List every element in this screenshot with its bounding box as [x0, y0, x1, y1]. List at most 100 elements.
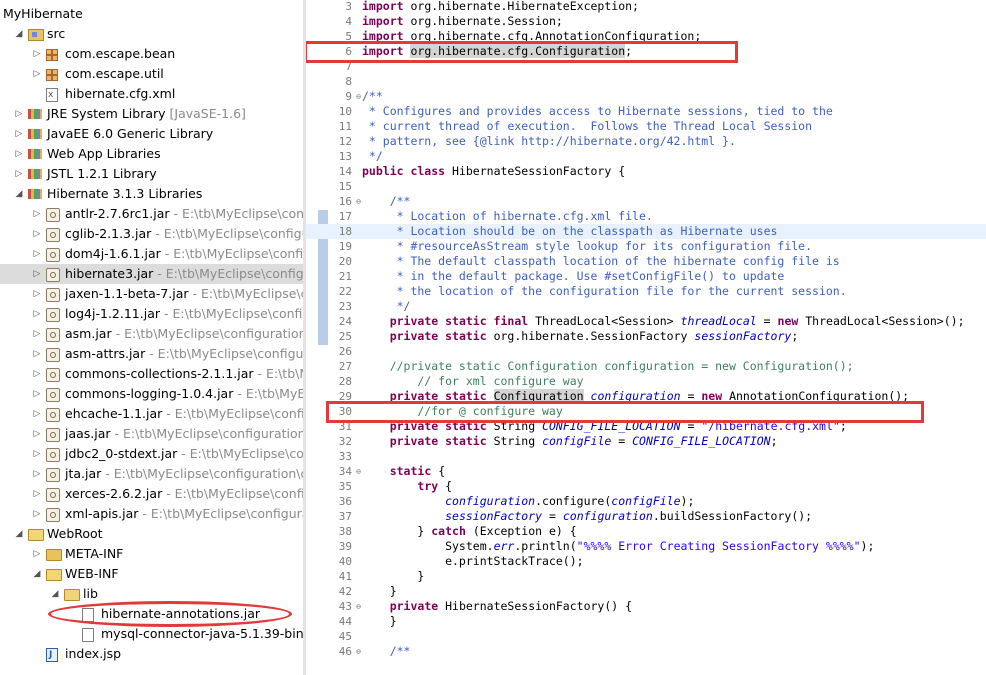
tree-item[interactable]: ▷ com.escape.bean	[0, 44, 303, 64]
code-line[interactable]: 15	[306, 179, 986, 194]
tree-item[interactable]: ▷ dom4j-1.6.1.jar - E:\tb\MyEclipse\confi…	[0, 244, 303, 264]
collapsed-arrow-icon[interactable]: ▷	[32, 424, 42, 444]
code-line[interactable]: 38 } catch (Exception e) {	[306, 524, 986, 539]
collapsed-arrow-icon[interactable]: ▷	[32, 344, 42, 364]
collapsed-arrow-icon[interactable]: ▷	[32, 284, 42, 304]
tree-item[interactable]: ▷ antlr-2.7.6rc1.jar - E:\tb\MyEclipse\co…	[0, 204, 303, 224]
tree-item[interactable]: hibernate.cfg.xml	[0, 84, 303, 105]
tree-item[interactable]: ▷ xerces-2.6.2.jar - E:\tb\MyEclipse\conf…	[0, 484, 303, 504]
collapsed-arrow-icon[interactable]: ▷	[32, 464, 42, 484]
code-line[interactable]: 43 ⊖ private HibernateSessionFactory() {	[306, 599, 986, 614]
code-line[interactable]: 34 ⊖ static {	[306, 464, 986, 479]
expanded-arrow-icon[interactable]: ◢	[32, 564, 42, 584]
collapsed-arrow-icon[interactable]: ▷	[14, 164, 24, 184]
tree-item[interactable]: ▷ asm-attrs.jar - E:\tb\MyEclipse\configu…	[0, 344, 303, 364]
code-line[interactable]: 42 }	[306, 584, 986, 599]
tree-item-detail: - E:\tb\MyEclipse\config	[162, 486, 303, 501]
tree-item[interactable]: ◢ WebRoot	[0, 524, 303, 544]
collapsed-arrow-icon[interactable]: ▷	[32, 244, 42, 264]
collapsed-arrow-icon[interactable]: ▷	[32, 224, 42, 244]
collapsed-arrow-icon[interactable]: ▷	[32, 324, 42, 344]
expanded-arrow-icon[interactable]: ◢	[50, 584, 60, 604]
expanded-arrow-icon[interactable]: ◢	[14, 184, 24, 204]
code-line[interactable]: 21 * in the default package. Use #setCon…	[306, 269, 986, 284]
tree-item[interactable]: ▷ log4j-1.2.11.jar - E:\tb\MyEclipse\conf…	[0, 304, 303, 324]
code-line[interactable]: 28 // for xml configure way	[306, 374, 986, 389]
tree-item[interactable]: ▷ jta.jar - E:\tb\MyEclipse\configuration…	[0, 464, 303, 484]
expanded-arrow-icon[interactable]: ◢	[14, 524, 24, 544]
tree-item[interactable]: ◢ WEB-INF	[0, 564, 303, 584]
collapsed-arrow-icon[interactable]: ▷	[32, 404, 42, 424]
code-line[interactable]: 17 * Location of hibernate.cfg.xml file.	[306, 209, 986, 224]
code-line[interactable]: 40 e.printStackTrace();	[306, 554, 986, 569]
code-line[interactable]: 27 //private static Configuration config…	[306, 359, 986, 374]
tree-item[interactable]: ▷ asm.jar - E:\tb\MyEclipse\configuration…	[0, 324, 303, 344]
code-line[interactable]: 12 * pattern, see {@link http://hibernat…	[306, 134, 986, 149]
code-line[interactable]: 46 ⊖ /**	[306, 644, 986, 659]
collapsed-arrow-icon[interactable]: ▷	[32, 484, 42, 504]
collapsed-arrow-icon[interactable]: ▷	[32, 64, 42, 84]
code-line[interactable]: 20 * The default classpath location of t…	[306, 254, 986, 269]
tree-item[interactable]: ▷ JSTL 1.2.1 Library	[0, 164, 303, 184]
code-line[interactable]: 25 private static org.hibernate.SessionF…	[306, 329, 986, 344]
collapsed-arrow-icon[interactable]: ▷	[32, 204, 42, 224]
code-line[interactable]: 22 * the location of the configuration f…	[306, 284, 986, 299]
code-line[interactable]: 3 import org.hibernate.HibernateException…	[306, 0, 986, 14]
code-line[interactable]: 41 }	[306, 569, 986, 584]
code-line[interactable]: 36 configuration.configure(configFile);	[306, 494, 986, 509]
code-line[interactable]: 4 import org.hibernate.Session;	[306, 14, 986, 29]
tree-item[interactable]: ▷ hibernate3.jar - E:\tb\MyEclipse\config…	[0, 264, 303, 284]
expanded-arrow-icon[interactable]: ◢	[14, 24, 24, 44]
tree-item[interactable]: ◢ Hibernate 3.1.3 Libraries	[0, 184, 303, 204]
code-editor[interactable]: 3 import org.hibernate.HibernateException…	[306, 0, 986, 675]
collapsed-arrow-icon[interactable]: ▷	[32, 44, 42, 64]
code-line[interactable]: 26	[306, 344, 986, 359]
tree-item[interactable]: index.jsp	[0, 644, 303, 665]
code-line[interactable]: 35 try {	[306, 479, 986, 494]
tree-item[interactable]: ▷ jaas.jar - E:\tb\MyEclipse\configuratio…	[0, 424, 303, 444]
code-line[interactable]: 24 private static final ThreadLocal<Sess…	[306, 314, 986, 329]
code-line[interactable]: 37 sessionFactory = configuration.buildS…	[306, 509, 986, 524]
collapsed-arrow-icon[interactable]: ▷	[32, 504, 42, 524]
tree-item[interactable]: ▷ com.escape.util	[0, 64, 303, 84]
code-line[interactable]: 9 ⊖/**	[306, 89, 986, 104]
code-line[interactable]: 44 }	[306, 614, 986, 629]
code-line[interactable]: 39 System.err.println("%%%% Error Creati…	[306, 539, 986, 554]
collapsed-arrow-icon[interactable]: ▷	[14, 124, 24, 144]
collapsed-arrow-icon[interactable]: ▷	[32, 384, 42, 404]
tree-item[interactable]: ▷ commons-collections-2.1.1.jar - E:\tb\M…	[0, 364, 303, 384]
tree-item[interactable]: ▷ cglib-2.1.3.jar - E:\tb\MyEclipse\confi…	[0, 224, 303, 244]
collapsed-arrow-icon[interactable]: ▷	[14, 104, 24, 124]
code-line[interactable]: 18 * Location should be on the classpath…	[306, 224, 986, 239]
collapsed-arrow-icon[interactable]: ▷	[14, 144, 24, 164]
tree-item[interactable]: ▷ ehcache-1.1.jar - E:\tb\MyEclipse\confi…	[0, 404, 303, 424]
code-line[interactable]: 16 ⊖ /**	[306, 194, 986, 209]
project-root[interactable]: MyHibernate	[0, 4, 303, 24]
code-line[interactable]: 8	[306, 74, 986, 89]
code-line[interactable]: 45	[306, 629, 986, 644]
tree-item[interactable]: ▷ Web App Libraries	[0, 144, 303, 164]
collapsed-arrow-icon[interactable]: ▷	[32, 304, 42, 324]
collapsed-arrow-icon[interactable]: ▷	[32, 544, 42, 564]
tree-item[interactable]: mysql-connector-java-5.1.39-bin.ja	[0, 624, 303, 644]
tree-item[interactable]: ▷ jaxen-1.1-beta-7.jar - E:\tb\MyEclipse\…	[0, 284, 303, 304]
collapsed-arrow-icon[interactable]: ▷	[32, 444, 42, 464]
code-line[interactable]: 13 */	[306, 149, 986, 164]
code-line[interactable]: 11 * current thread of execution. Follow…	[306, 119, 986, 134]
tree-item[interactable]: ◢ src	[0, 24, 303, 44]
code-line[interactable]: 14 public class HibernateSessionFactory {	[306, 164, 986, 179]
code-line[interactable]: 33	[306, 449, 986, 464]
collapsed-arrow-icon[interactable]: ▷	[32, 264, 42, 284]
tree-item[interactable]: ▷ JRE System Library [JavaSE-1.6]	[0, 104, 303, 124]
code-line[interactable]: 19 * #resourceAsStream style lookup for …	[306, 239, 986, 254]
tree-item[interactable]: ▷ commons-logging-1.0.4.jar - E:\tb\MyEcl	[0, 384, 303, 404]
tree-item[interactable]: ▷ xml-apis.jar - E:\tb\MyEclipse\configur…	[0, 504, 303, 524]
tree-item[interactable]: ▷ JavaEE 6.0 Generic Library	[0, 124, 303, 144]
code-line[interactable]: 10 * Configures and provides access to H…	[306, 104, 986, 119]
code-line[interactable]: 32 private static String configFile = CO…	[306, 434, 986, 449]
collapsed-arrow-icon[interactable]: ▷	[32, 364, 42, 384]
tree-item[interactable]: ▷ jdbc2_0-stdext.jar - E:\tb\MyEclipse\co…	[0, 444, 303, 464]
tree-item[interactable]: ▷ META-INF	[0, 544, 303, 564]
code-line[interactable]: 23 */	[306, 299, 986, 314]
